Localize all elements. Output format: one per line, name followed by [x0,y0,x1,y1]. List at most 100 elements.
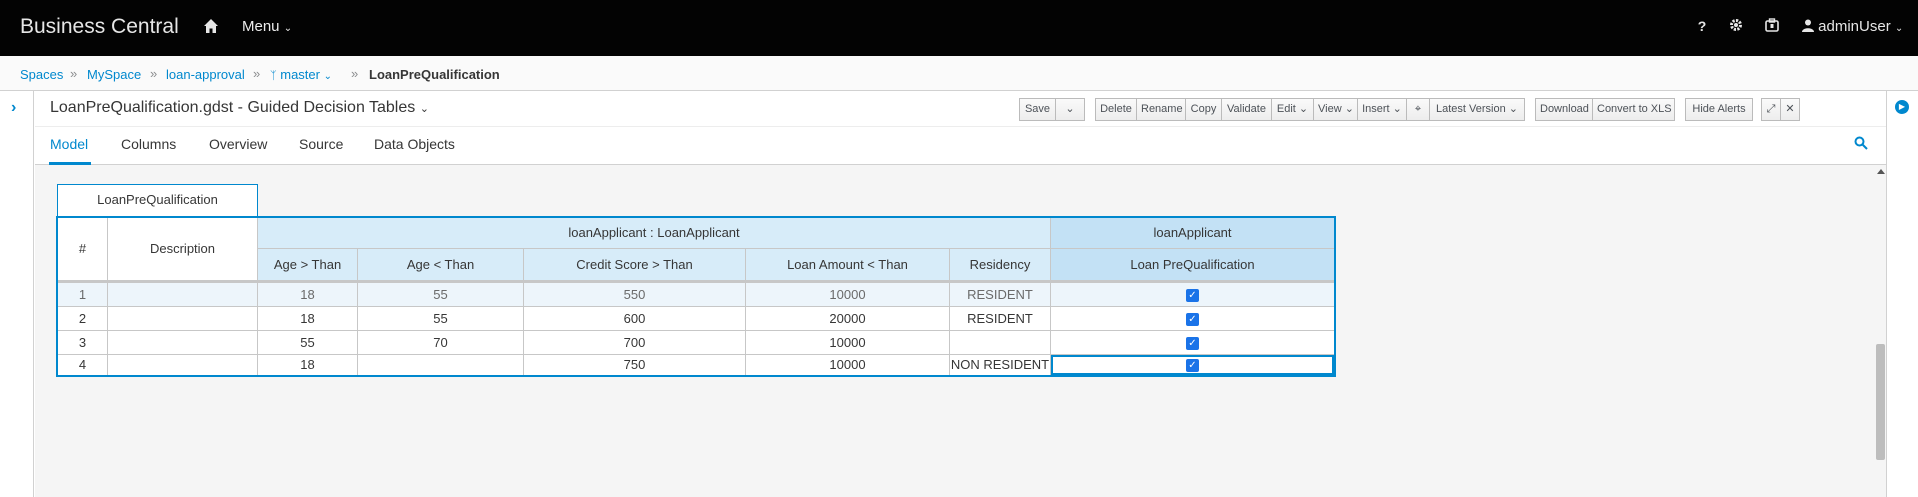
insert-menu-button[interactable]: Insert ⌄ [1357,98,1407,121]
save-dropdown-button[interactable]: ⌄ [1055,98,1085,121]
chevron-down-icon: ⌄ [283,23,293,34]
chevron-right-icon[interactable]: › [11,99,16,117]
table-cell[interactable]: RESIDENT [950,307,1051,331]
checkbox[interactable]: ✓ [1186,359,1199,373]
rename-button[interactable]: Rename [1136,98,1186,121]
description-cell[interactable] [108,307,258,331]
column-header[interactable]: Age < Than [358,249,524,281]
breadcrumb-separator: » [70,66,78,81]
checkbox[interactable]: ✓ [1186,289,1199,303]
column-header[interactable]: Loan PreQualification [1051,249,1334,281]
table-cell[interactable]: 550 [524,283,746,307]
chevron-down-icon: ⌄ [1894,23,1904,34]
home-icon[interactable] [203,18,219,34]
breadcrumb-spaces[interactable]: Spaces [20,67,63,82]
view-menu-button[interactable]: View ⌄ [1313,98,1358,121]
checkbox-cell-selected[interactable]: ✓ [1051,355,1334,375]
table-cell[interactable]: RESIDENT [950,283,1051,307]
table-cell[interactable]: 10000 [746,331,950,355]
menu-dropdown[interactable]: Menu ⌄ [242,18,292,35]
editor-title-bar: LoanPreQualification.gdst - Guided Decis… [35,91,1886,127]
checkbox[interactable]: ✓ [1186,313,1199,327]
brand-title[interactable]: Business Central [20,15,179,39]
delete-button[interactable]: Delete [1095,98,1137,121]
table-cell[interactable]: 55 [358,283,524,307]
scroll-up-arrow-icon[interactable] [1877,169,1885,174]
maximize-button[interactable]: ⤢ [1761,98,1781,121]
breadcrumb-separator: » [351,66,359,81]
description-header[interactable]: Description [108,218,258,281]
branch-label: master [280,67,320,82]
table-cell[interactable]: 750 [524,355,746,375]
convert-to-xls-button[interactable]: Convert to XLS [1592,98,1675,121]
chevron-down-icon: ⌄ [323,71,332,82]
column-header[interactable]: Credit Score > Than [524,249,746,281]
crosshair-button[interactable]: ⌖ [1406,98,1430,121]
tab-data-objects[interactable]: Data Objects [374,136,455,152]
pattern-header[interactable]: loanApplicant : LoanApplicant [258,218,1051,249]
tab-overview[interactable]: Overview [209,136,267,152]
copy-button[interactable]: Copy [1185,98,1222,121]
row-number-cell[interactable]: 2 [58,307,108,331]
hide-alerts-button[interactable]: Hide Alerts [1685,98,1753,121]
column-header[interactable]: Residency [950,249,1051,281]
download-button[interactable]: Download [1535,98,1593,121]
table-cell[interactable]: 10000 [746,355,950,375]
breadcrumb: Spaces » MySpace » loan-approval » ᛉ mas… [0,56,1918,91]
checkbox-cell[interactable]: ✓ [1051,307,1334,331]
breadcrumb-separator: » [150,66,158,81]
help-icon[interactable]: ? [1694,18,1710,34]
action-pattern-header[interactable]: loanApplicant [1051,218,1334,249]
table-cell[interactable]: 55 [258,331,358,355]
save-button[interactable]: Save [1019,98,1056,121]
table-cell[interactable]: 18 [258,355,358,375]
row-number-cell[interactable]: 4 [58,355,108,375]
close-editor-button[interactable]: ✕ [1780,98,1800,121]
edit-menu-button[interactable]: Edit ⌄ [1271,98,1314,121]
table-cell[interactable]: 70 [358,331,524,355]
user-menu[interactable]: adminUser ⌄ [1802,18,1903,35]
table-cell[interactable]: 700 [524,331,746,355]
decision-table-name-tab[interactable]: LoanPreQualification [57,184,258,216]
table-cell[interactable]: 600 [524,307,746,331]
editor-title-label: LoanPreQualification.gdst - Guided Decis… [50,99,416,116]
caret-down-icon: ⌄ [1392,103,1402,115]
checkbox[interactable]: ✓ [1186,337,1199,351]
scrollbar-thumb[interactable] [1876,344,1885,460]
row-number-cell[interactable]: 1 [58,283,108,307]
tab-columns[interactable]: Columns [121,136,176,152]
table-cell[interactable]: 10000 [746,283,950,307]
tab-model[interactable]: Model [50,136,88,152]
search-icon[interactable] [1854,136,1870,152]
table-cell[interactable]: 18 [258,283,358,307]
table-cell[interactable]: NON RESIDENT [950,355,1051,375]
edit-label: Edit [1276,103,1296,115]
gear-icon[interactable] [1728,18,1744,34]
chevron-down-icon: ⌄ [419,103,429,115]
breadcrumb-branch[interactable]: ᛉ master ⌄ [270,67,332,82]
left-panel-gutter: › [0,91,34,497]
table-cell[interactable]: 18 [258,307,358,331]
description-cell[interactable] [108,283,258,307]
table-cell[interactable] [358,355,524,375]
column-header[interactable]: Loan Amount < Than [746,249,950,281]
latest-version-button[interactable]: Latest Version ⌄ [1429,98,1525,121]
row-number-cell[interactable]: 3 [58,331,108,355]
description-cell[interactable] [108,355,258,375]
tab-source[interactable]: Source [299,136,343,152]
column-header[interactable]: Age > Than [258,249,358,281]
table-cell[interactable] [950,331,1051,355]
breadcrumb-project[interactable]: loan-approval [166,67,245,82]
validate-button[interactable]: Validate [1221,98,1272,121]
editor-title[interactable]: LoanPreQualification.gdst - Guided Decis… [50,99,429,117]
branch-icon: ᛉ [270,70,277,82]
breadcrumb-myspace[interactable]: MySpace [87,67,141,82]
play-icon[interactable]: ▶ [1895,100,1909,114]
checkbox-cell[interactable]: ✓ [1051,331,1334,355]
table-cell[interactable]: 55 [358,307,524,331]
table-cell[interactable]: 20000 [746,307,950,331]
description-cell[interactable] [108,331,258,355]
row-number-header[interactable]: # [58,218,108,281]
tasks-icon[interactable] [1764,18,1780,34]
checkbox-cell[interactable]: ✓ [1051,283,1334,307]
